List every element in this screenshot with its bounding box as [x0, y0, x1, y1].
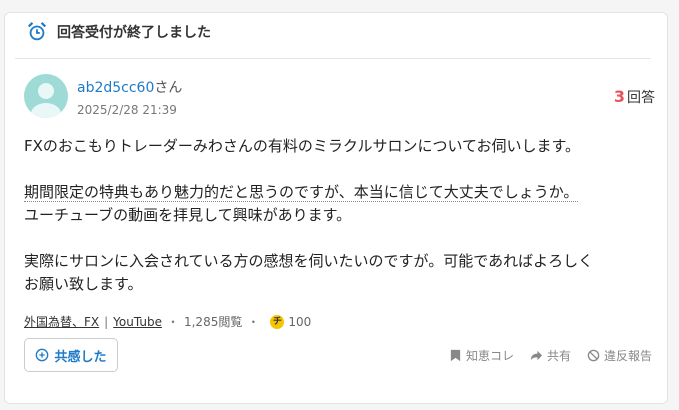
post-date: 2025/2/28 21:39 [77, 103, 177, 117]
category-separator: | [104, 314, 109, 329]
body-line: FXのおこもりトレーダーみわさんの有料のミラクルサロンについてお伺いします。 [24, 137, 581, 155]
answer-count-link[interactable]: 3 回答 [614, 87, 655, 107]
banner-title: 回答受付が終了しました [57, 25, 211, 41]
report-button[interactable]: 違反報告 [587, 347, 652, 364]
category-link[interactable]: 外国為替、FX [24, 313, 99, 330]
share-button[interactable]: 共有 [530, 347, 571, 364]
bookmark-label: 知恵コレ [465, 349, 514, 363]
empathy-label: 共感した [54, 349, 107, 365]
body-line: ユーチューブの動画を拝見して興味があります。 [24, 206, 352, 224]
share-label: 共有 [546, 349, 571, 363]
add-circle-icon [36, 348, 49, 362]
body-line: 期間限定の特典もあり魅力的だと思うのですが、本当に信じて大丈夫でしょうか。 [24, 183, 579, 202]
view-count: 1,285閲覧 [183, 315, 243, 329]
body-line: 期間限定の特典もあり魅力的だと思うのですが、本当に信じて大丈夫でしょうか。 [24, 181, 644, 204]
question-actions: 知恵コレ 共有 違反報告 [449, 347, 652, 364]
user-name-link[interactable]: ab2d5cc60 [77, 80, 154, 96]
question-meta: 外国為替、FX | YouTube ・ 1,285閲覧 ・ チ 100 [24, 313, 311, 330]
avatar[interactable] [24, 74, 68, 118]
closed-banner: 回答受付が終了しました [15, 20, 651, 59]
alarm-clock-icon [27, 22, 47, 41]
report-label: 違反報告 [603, 349, 652, 363]
body-line: 実際にサロンに入会されている方の感想を伺いたいのですが。可能であればよろしく [24, 252, 594, 270]
body-blank-line [24, 158, 644, 181]
answer-label: 回答 [627, 90, 655, 106]
question-body: FXのおこもりトレーダーみわさんの有料のミラクルサロンについてお伺いします。 期… [24, 135, 644, 296]
bookmark-icon [450, 349, 461, 362]
share-icon [530, 350, 543, 361]
user-honorific: さん [154, 80, 183, 96]
user-line: ab2d5cc60さん [77, 77, 182, 97]
tag-link[interactable]: YouTube [113, 315, 162, 329]
coin-icon: チ [270, 314, 285, 329]
dot-separator: ・ [166, 315, 179, 329]
body-line: お願い致します。 [24, 275, 143, 293]
empathy-button[interactable]: 共感した [24, 338, 118, 372]
report-icon [587, 349, 600, 362]
coin-count: 100 [288, 314, 312, 329]
dot-separator: ・ [247, 315, 260, 329]
answer-count: 3 [613, 87, 625, 106]
bookmark-button[interactable]: 知恵コレ [449, 347, 514, 364]
body-blank-line [24, 227, 644, 250]
